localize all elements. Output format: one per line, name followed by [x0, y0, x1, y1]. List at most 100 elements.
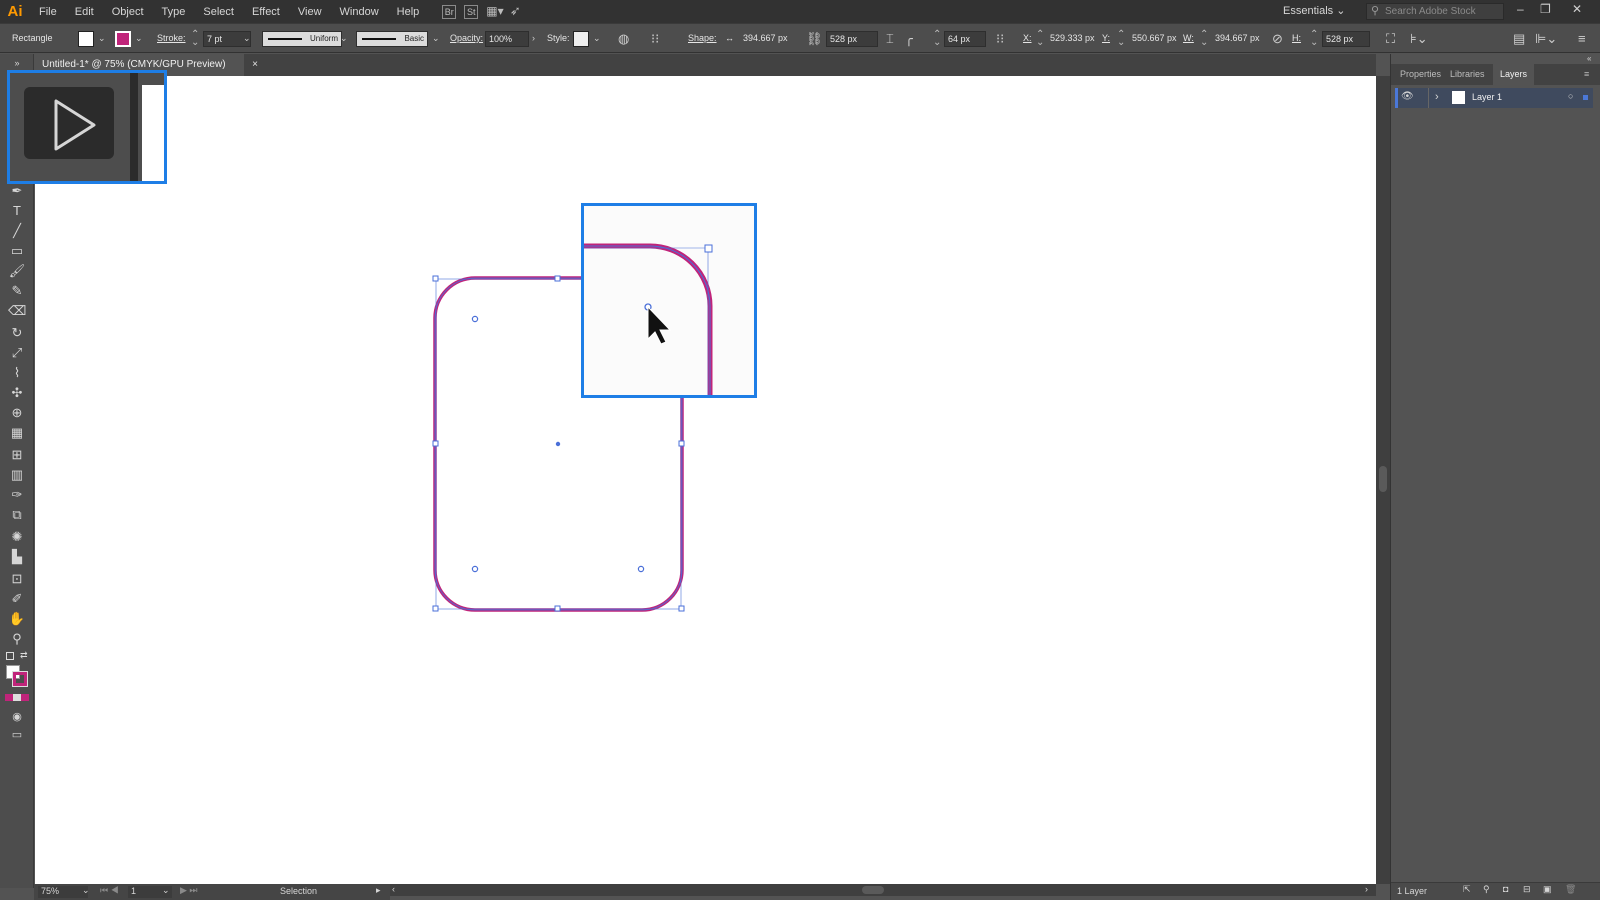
vertical-scroll-thumb[interactable] — [1379, 466, 1387, 492]
panel-options-icon[interactable]: ≡ — [1577, 64, 1596, 85]
align-options-icon[interactable]: ⁝⁝ — [651, 31, 659, 47]
workspace-switcher[interactable]: Essentials ⌄ — [1283, 4, 1345, 17]
stepper-icon[interactable]: ⌃ ⌄ — [191, 30, 199, 48]
perspective-grid-tool-icon[interactable]: ▦ — [8, 424, 26, 442]
horizontal-scroll-thumb[interactable] — [862, 886, 884, 894]
type-tool-icon[interactable]: T — [8, 202, 26, 220]
screen-mode-icon[interactable]: ▭ — [8, 726, 26, 744]
scale-tool-icon[interactable]: ⤢ — [8, 344, 26, 362]
menu-edit[interactable]: Edit — [66, 6, 103, 18]
swap-fill-stroke-icon[interactable]: ⇄ — [20, 650, 28, 661]
menu-effect[interactable]: Effect — [243, 6, 289, 18]
close-tab-icon[interactable]: × — [252, 54, 258, 76]
layer-row[interactable]: 👁 › Layer 1 ○ — [1395, 88, 1593, 108]
expand-chevron-icon[interactable]: › — [1435, 91, 1439, 103]
chevron-down-icon[interactable]: ⌄ — [162, 885, 170, 896]
handle-middle-right[interactable] — [678, 440, 685, 447]
blend-tool-icon[interactable]: ⧉ — [8, 506, 26, 524]
paintbrush-tool-icon[interactable]: 🖌 — [8, 262, 26, 280]
stroke-label[interactable]: Stroke: — [157, 33, 186, 43]
clipping-mask-icon[interactable]: ◘ — [1503, 884, 1508, 894]
stock-icon[interactable]: St — [464, 4, 479, 19]
menu-window[interactable]: Window — [331, 6, 388, 18]
w-field[interactable]: 394.667 px — [1212, 31, 1264, 47]
zoom-tool-icon[interactable]: ⚲ — [8, 630, 26, 648]
bridge-icon[interactable]: Br — [442, 4, 457, 19]
distribute-icon[interactable]: ⊫⌄ — [1535, 31, 1557, 47]
corner-widget-top-left[interactable] — [471, 315, 479, 323]
scroll-left-icon[interactable]: ‹ — [392, 884, 395, 894]
arrange-icon[interactable]: ▤ — [1513, 31, 1525, 47]
slice-tool-icon[interactable]: ✐ — [8, 590, 26, 608]
graphic-style-swatch[interactable] — [573, 31, 589, 47]
corner-widget-bottom-right[interactable] — [637, 565, 645, 573]
line-tool-icon[interactable]: ╱ — [8, 222, 26, 240]
align-icon[interactable]: ⊧⌄ — [1410, 31, 1428, 47]
handle-bottom-right[interactable] — [678, 605, 685, 612]
rotate-tool-icon[interactable]: ↻ — [8, 324, 26, 342]
artboard-canvas[interactable] — [35, 76, 1376, 884]
link-icon[interactable]: ⊘ — [1272, 31, 1283, 47]
corner-type-icon[interactable]: ╭ — [905, 31, 913, 47]
scroll-right-icon[interactable]: › — [1365, 884, 1368, 894]
chevron-down-icon[interactable]: ⌄ — [135, 33, 143, 44]
fill-swatch[interactable] — [78, 31, 94, 47]
recolor-artwork-icon[interactable]: ◍ — [618, 31, 629, 47]
tab-libraries[interactable]: Libraries — [1443, 64, 1492, 85]
stroke-swatch[interactable] — [115, 31, 131, 47]
panel-menu-icon[interactable]: ≡ — [1578, 31, 1586, 46]
arrange-documents-icon[interactable]: ▦▾ — [486, 5, 503, 19]
handle-bottom-center[interactable] — [554, 605, 561, 612]
chevron-right-icon[interactable]: ▸ — [376, 885, 381, 896]
new-sublayer-icon[interactable]: ⊟ — [1523, 884, 1531, 895]
artboard-nav-icons[interactable]: ▶ ⏭ — [180, 885, 198, 896]
pen-tool-icon[interactable]: ✒ — [8, 182, 26, 200]
close-window-icon[interactable]: ✕ — [1572, 2, 1582, 16]
minimize-icon[interactable]: – — [1517, 2, 1524, 16]
tab-layers[interactable]: Layers — [1493, 64, 1535, 85]
handle-bottom-left[interactable] — [432, 605, 439, 612]
stepper-icon[interactable]: ⌃ ⌄ — [1200, 30, 1208, 48]
menu-help[interactable]: Help — [388, 6, 429, 18]
panel-collapse-icon[interactable]: « — [1587, 54, 1591, 63]
h-label[interactable]: H: — [1292, 33, 1301, 43]
artboard-tool-icon[interactable]: ⊡ — [8, 570, 26, 588]
shape-builder-tool-icon[interactable]: ⊕ — [8, 404, 26, 422]
menu-view[interactable]: View — [289, 6, 331, 18]
menu-object[interactable]: Object — [103, 6, 153, 18]
eraser-tool-icon[interactable]: ⌫ — [8, 302, 26, 320]
new-layer-icon[interactable]: ▣ — [1543, 884, 1552, 895]
shape-width-field[interactable]: 394.667 px — [740, 31, 798, 47]
target-icon[interactable]: ○ — [1568, 91, 1573, 101]
constrain-link-icon[interactable]: ⛓ — [806, 31, 823, 47]
chevron-right-icon[interactable]: › — [532, 33, 535, 43]
symbol-sprayer-tool-icon[interactable]: ✺ — [8, 528, 26, 546]
opacity-field[interactable]: 100% — [485, 31, 529, 47]
chevron-down-icon[interactable]: ⌄ — [98, 33, 106, 44]
corner-widget-bottom-left[interactable] — [471, 565, 479, 573]
opacity-label[interactable]: Opacity: — [450, 33, 483, 43]
default-fill-stroke-icon[interactable] — [6, 652, 14, 660]
stepper-icon[interactable]: ⌃ ⌄ — [1310, 30, 1318, 48]
eyedropper-tool-icon[interactable]: ✑ — [8, 486, 26, 504]
hand-tool-icon[interactable]: ✋ — [8, 610, 26, 628]
column-graph-tool-icon[interactable]: ▙ — [8, 548, 26, 566]
restore-icon[interactable]: ❐ — [1540, 2, 1551, 16]
stepper-icon[interactable]: ⌃ ⌄ — [1036, 30, 1044, 48]
x-label[interactable]: X: — [1023, 33, 1032, 43]
zoomed-handle[interactable] — [704, 244, 713, 253]
gradient-tool-icon[interactable]: ▥ — [8, 466, 26, 484]
chevron-down-icon[interactable]: ⌄ — [432, 33, 440, 44]
zoom-field[interactable]: 75% — [38, 886, 88, 898]
warp-tool-icon[interactable]: ⌇ — [8, 364, 26, 382]
x-field[interactable]: 529.333 px — [1047, 31, 1095, 47]
handle-top-left[interactable] — [432, 275, 439, 282]
stepper-icon[interactable]: ⌃ ⌄ — [933, 30, 941, 48]
delete-layer-icon[interactable]: 🗑 — [1565, 884, 1576, 895]
chevron-down-icon[interactable]: ⌄ — [82, 885, 90, 896]
chevron-down-icon[interactable]: ⌄ — [243, 33, 251, 44]
horizontal-scrollbar[interactable]: ‹ › — [390, 884, 1376, 896]
rectangle-tool-icon[interactable]: ▭ — [8, 242, 26, 260]
mesh-tool-icon[interactable]: ⊞ — [8, 446, 26, 464]
visibility-eye-icon[interactable]: 👁 — [1401, 91, 1414, 102]
